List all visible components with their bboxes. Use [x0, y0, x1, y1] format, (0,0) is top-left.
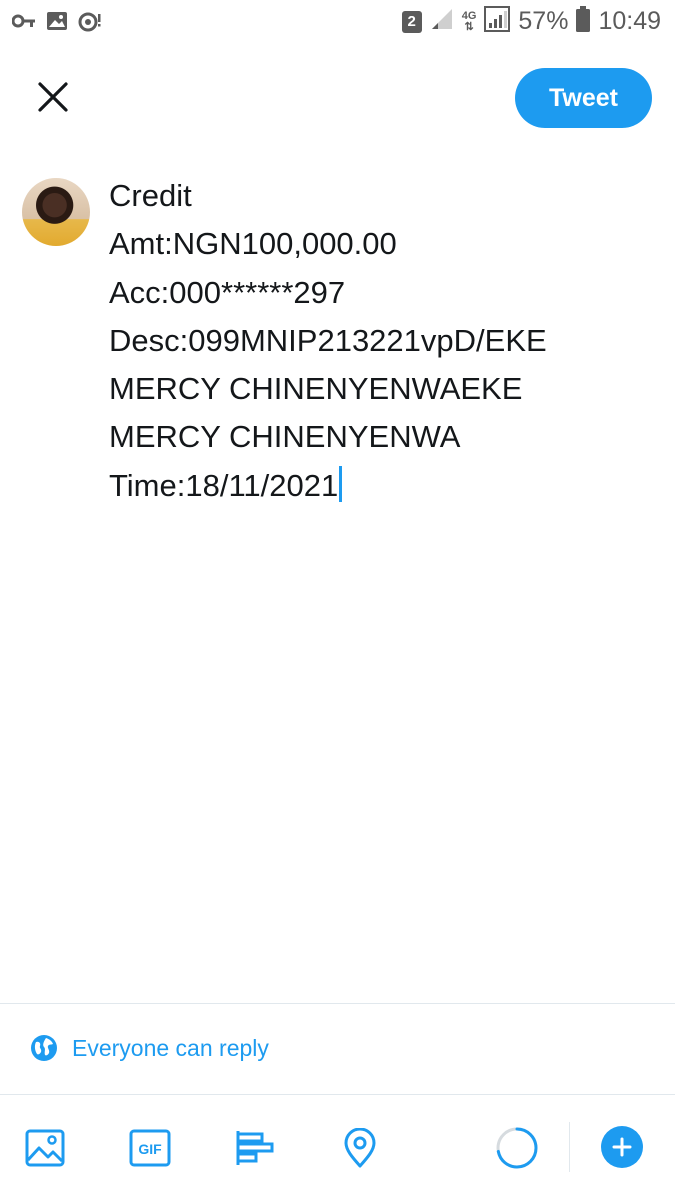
close-icon: [38, 82, 68, 112]
key-icon: [11, 13, 36, 34]
image-notification-icon: [46, 11, 68, 36]
add-image-button[interactable]: [23, 1126, 67, 1170]
compose-line: MERCY CHINENYENWAEKE: [109, 371, 523, 407]
reply-setting-button[interactable]: Everyone can reply: [30, 1034, 269, 1062]
signal-icon: [484, 6, 511, 37]
compose-line: Amt:NGN100,000.00: [109, 226, 397, 262]
compose-line: Acc:000******297: [109, 274, 346, 310]
location-icon: [344, 1128, 376, 1168]
add-tweet-button[interactable]: [601, 1126, 643, 1168]
add-poll-button[interactable]: [233, 1126, 277, 1170]
reply-setting-label: Everyone can reply: [72, 1034, 269, 1061]
close-button[interactable]: [30, 74, 76, 120]
status-bar: 2 4G ⇅ 57% 10:49: [0, 0, 675, 48]
status-bar-left: [11, 10, 102, 37]
text-caret: [339, 465, 343, 502]
compose-line: MERCY CHINENYENWA: [109, 419, 461, 455]
divider: [0, 1003, 675, 1004]
compose-line-text: Time:18/11/2021: [109, 467, 339, 503]
compose-line: Credit: [109, 178, 192, 213]
tweet-compose-input[interactable]: Credit Amt:NGN100,000.00 Acc:000******29…: [109, 172, 649, 510]
divider: [0, 1094, 675, 1095]
sync-alert-icon: [78, 10, 102, 37]
poll-icon: [236, 1131, 274, 1165]
plus-icon: [612, 1137, 632, 1157]
gif-label: GIF: [138, 1141, 162, 1157]
globe-icon: [31, 1035, 57, 1061]
status-bar-right: 2 4G ⇅ 57% 10:49: [401, 6, 661, 37]
gif-icon: GIF: [129, 1129, 171, 1167]
tweet-button[interactable]: Tweet: [515, 68, 652, 128]
character-count-ring: [496, 1127, 538, 1169]
add-gif-button[interactable]: GIF: [128, 1126, 172, 1170]
clock: 10:49: [598, 7, 661, 35]
battery-percent: 57%: [518, 7, 569, 35]
avatar: [22, 178, 90, 246]
data-arrows: ⇅: [464, 20, 474, 33]
network-type-icon: 4G ⇅: [462, 10, 477, 33]
battery-icon: [576, 6, 591, 37]
compose-line-last: Time:18/11/2021: [109, 462, 649, 510]
compose-line: Desc:099MNIP213221vpD/EKE: [109, 322, 547, 358]
toolbar-separator: [569, 1122, 570, 1172]
signal-weak-icon: [430, 7, 454, 36]
add-location-button[interactable]: [338, 1126, 382, 1170]
sim-badge: 2: [401, 10, 422, 33]
image-icon: [25, 1129, 65, 1167]
